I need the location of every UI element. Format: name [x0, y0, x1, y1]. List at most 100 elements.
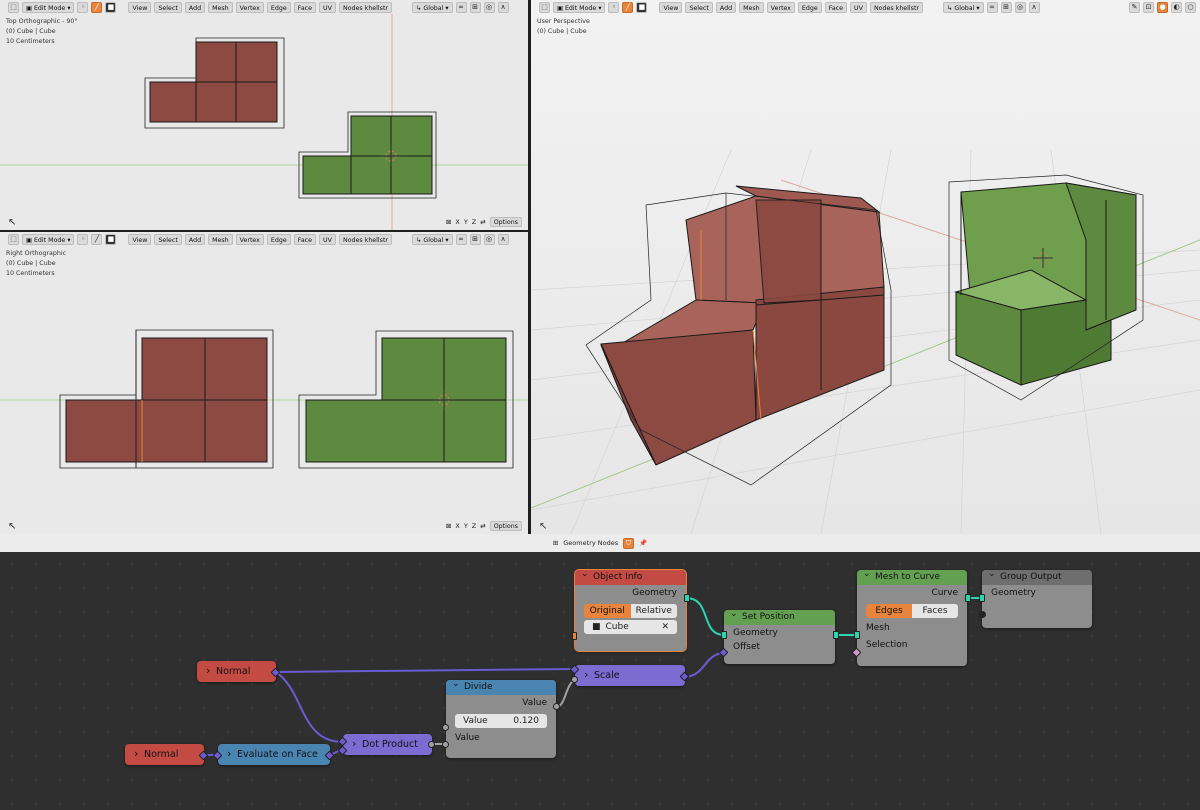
edge-select-icon[interactable]: ╱ [91, 1, 103, 13]
link-icon[interactable]: ∞ [986, 1, 998, 13]
menu-mesh[interactable]: Mesh [208, 233, 233, 245]
green-mesh-top[interactable] [298, 111, 437, 199]
mode-original[interactable]: Original [584, 604, 631, 618]
fake-user-icon[interactable]: ⛉ [623, 537, 635, 549]
axis-x-toggle[interactable]: X [455, 522, 459, 530]
lock-icon[interactable]: ⊠ [446, 522, 451, 530]
menu-vertex[interactable]: Vertex [235, 233, 264, 245]
editor-type-icon[interactable]: ⬚ [539, 1, 550, 13]
node-divide[interactable]: Divide Value Value 0.120 Value [442, 677, 560, 758]
transform-icon[interactable]: ⇄ [480, 522, 485, 530]
socket-empty-in[interactable] [979, 611, 986, 618]
snap-icon[interactable]: ⊞ [469, 233, 481, 245]
editor-type-icon[interactable]: ⬚ [8, 1, 19, 13]
socket-geometry-in[interactable] [979, 594, 985, 602]
falloff-icon[interactable]: ∧ [1028, 1, 1040, 13]
node-set-position[interactable]: Set Position Geometry Offset [718, 607, 839, 664]
socket-curve-out[interactable] [965, 594, 971, 602]
axis-z-toggle[interactable]: Z [472, 522, 476, 530]
object-field[interactable]: ■ Cube ✕ [584, 620, 677, 634]
menu-nodes[interactable]: Nodes khellstr [338, 1, 393, 13]
socket-geometry-out[interactable] [684, 594, 690, 602]
snap-icon[interactable]: ⊞ [1000, 1, 1012, 13]
menu-nodes[interactable]: Nodes khellstr [338, 233, 393, 245]
mode-relative[interactable]: Relative [630, 604, 677, 618]
menu-add[interactable]: Add [184, 1, 206, 13]
node-group-output[interactable]: Group Output Geometry [979, 567, 1092, 628]
face-select-icon[interactable]: ■ [636, 1, 648, 13]
viewport-top-ortho[interactable]: ⬚ ▣ Edit Mode ▾ ◦ ╱ ■ View Select Add Me… [0, 0, 528, 230]
socket-scale-float-in[interactable] [571, 676, 578, 683]
options-button[interactable]: Options [489, 217, 522, 227]
link-icon[interactable]: ∞ [455, 1, 467, 13]
node-dot-product[interactable]: Dot Product [343, 733, 432, 755]
axis-y-toggle[interactable]: Y [464, 522, 468, 530]
node-title[interactable]: Object Info [575, 567, 686, 585]
mode-selector[interactable]: ▣ Edit Mode ▾ [22, 233, 75, 245]
link-icon[interactable]: ∞ [455, 233, 467, 245]
red-mesh-top[interactable] [144, 37, 285, 129]
transform-orientation[interactable]: ↳ Global ▾ [412, 233, 453, 245]
edge-select-icon[interactable]: ╱ [622, 1, 634, 13]
menu-uv[interactable]: UV [319, 233, 336, 245]
green-mesh-3d[interactable] [954, 182, 1138, 386]
menu-select[interactable]: Select [154, 1, 182, 13]
menu-edge[interactable]: Edge [266, 1, 291, 13]
value-field[interactable]: Value 0.120 [455, 714, 547, 728]
node-title[interactable]: Group Output [982, 567, 1092, 585]
node-mesh-to-curve[interactable]: Mesh to Curve Curve Edges Faces Mesh Sel… [851, 567, 971, 666]
proportional-icon[interactable]: ◎ [1014, 1, 1026, 13]
socket-mesh-in[interactable] [854, 631, 860, 639]
socket-value-out[interactable] [553, 703, 560, 710]
node-scale[interactable]: Scale [575, 664, 685, 686]
node-normal-2[interactable]: Normal [125, 743, 204, 765]
options-button[interactable]: Options [489, 521, 522, 531]
pin-icon[interactable]: 📌 [639, 539, 647, 547]
node-editor[interactable]: Object Info Geometry Original Relative ■… [0, 552, 1200, 810]
node-title[interactable]: Divide [446, 677, 556, 695]
axis-z-toggle[interactable]: Z [472, 218, 476, 226]
mode-selector[interactable]: ▣ Edit Mode ▾ [22, 1, 75, 13]
menu-face[interactable]: Face [293, 233, 317, 245]
green-mesh-side[interactable] [298, 330, 514, 469]
transform-icon[interactable]: ⇄ [480, 218, 485, 226]
vertex-select-icon[interactable]: ◦ [77, 1, 89, 13]
proportional-icon[interactable]: ◎ [483, 1, 495, 13]
menu-face[interactable]: Face [824, 1, 848, 13]
node-normal-1[interactable]: Normal [197, 660, 276, 682]
navigation-gizmo-icon[interactable]: ↖ [8, 521, 16, 532]
red-mesh-side[interactable] [59, 329, 274, 469]
shading-options-icon[interactable]: ◐ [1171, 1, 1182, 13]
menu-vertex[interactable]: Vertex [235, 1, 264, 13]
axis-y-toggle[interactable]: Y [464, 218, 468, 226]
menu-uv[interactable]: UV [850, 1, 867, 13]
node-evaluate-on-face[interactable]: Evaluate on Face [218, 743, 330, 765]
xray-icon[interactable]: ⊡ [1143, 1, 1154, 13]
menu-mesh[interactable]: Mesh [208, 1, 233, 13]
menu-edge[interactable]: Edge [266, 233, 291, 245]
menu-view[interactable]: View [128, 233, 152, 245]
render-icon[interactable]: ○ [1185, 1, 1196, 13]
menu-add[interactable]: Add [184, 233, 206, 245]
snap-icon[interactable]: ⊞ [469, 1, 481, 13]
menu-uv[interactable]: UV [319, 1, 336, 13]
axis-x-toggle[interactable]: X [455, 218, 459, 226]
mode-edges[interactable]: Edges [866, 604, 912, 618]
vertex-select-icon[interactable]: ◦ [77, 233, 89, 245]
transform-orientation[interactable]: ↳ Global ▾ [412, 1, 453, 13]
menu-mesh[interactable]: Mesh [739, 1, 764, 13]
menu-add[interactable]: Add [715, 1, 737, 13]
vertex-select-icon[interactable]: ◦ [608, 1, 620, 13]
proportional-icon[interactable]: ◎ [483, 233, 495, 245]
edge-select-icon[interactable]: ╱ [91, 233, 103, 245]
editor-type-icon[interactable]: ⬚ [8, 233, 19, 245]
transform-orientation[interactable]: ↳ Global ▾ [943, 1, 984, 13]
viewport-right-ortho[interactable]: ⬚ ▣ Edit Mode ▾ ◦ ╱ ■ View Select Add Me… [0, 232, 528, 534]
mode-selector[interactable]: ▣ Edit Mode ▾ [553, 1, 606, 13]
node-title[interactable]: Mesh to Curve [857, 567, 967, 585]
clear-icon[interactable]: ✕ [661, 622, 669, 632]
face-select-icon[interactable]: ■ [105, 233, 117, 245]
overlay-icon[interactable]: ✎ [1129, 1, 1140, 13]
face-select-icon[interactable]: ■ [105, 1, 117, 13]
menu-view[interactable]: View [659, 1, 683, 13]
